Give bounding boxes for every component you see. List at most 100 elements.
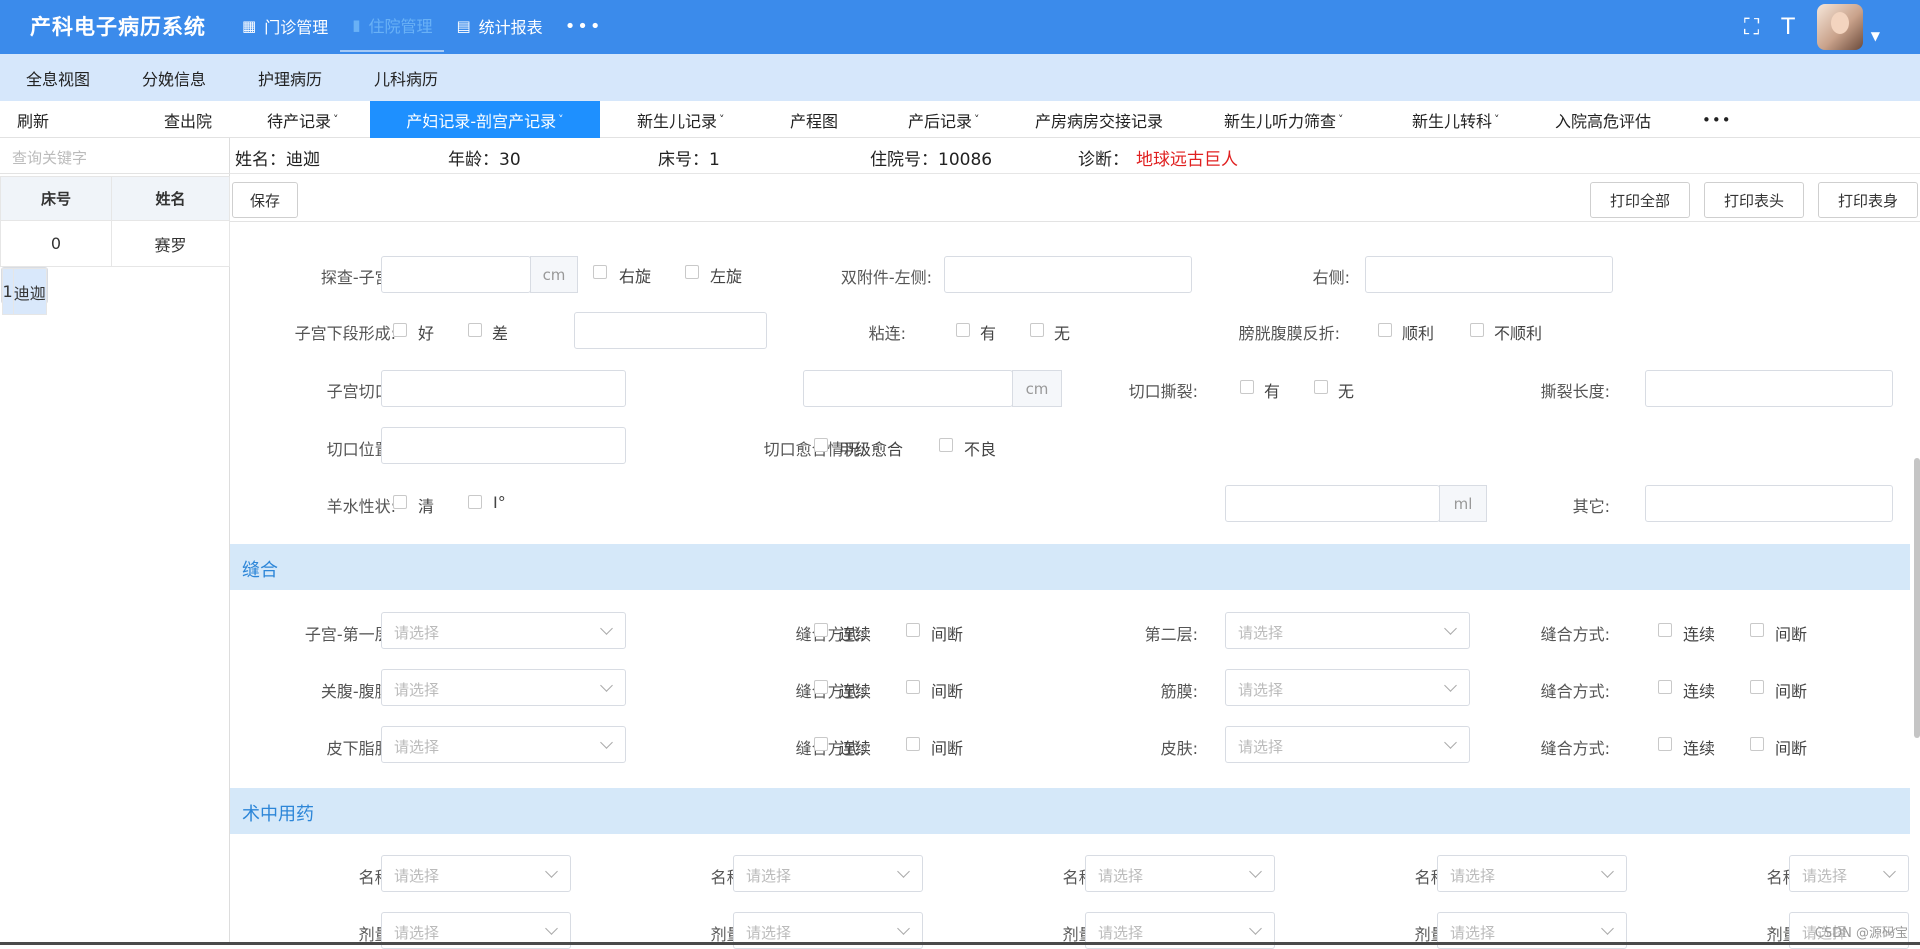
checkbox-label: 不良 [964, 440, 997, 459]
chevron-down-icon: ˅ [1338, 113, 1344, 126]
topnav-inpatient[interactable]: ▮ 住院管理 [340, 0, 445, 52]
uterus-layer1-select[interactable]: 请选择 [381, 612, 626, 649]
tab-pediatric[interactable]: 儿科病历 [348, 66, 464, 90]
tear-no-checkbox[interactable] [1314, 380, 1328, 394]
interrupted-checkbox[interactable] [906, 680, 920, 694]
right-side-field[interactable] [1365, 256, 1613, 293]
tab-cesarean[interactable]: 产妇记录-剖宫产记录 ˅ [370, 101, 600, 138]
continuous-checkbox[interactable] [814, 680, 828, 694]
incision-field[interactable] [381, 370, 626, 407]
med-name-select[interactable]: 请选择 [1437, 855, 1627, 892]
subcutaneous-select[interactable]: 请选择 [381, 726, 626, 763]
table-row[interactable]: 0 赛罗 [0, 220, 231, 267]
interrupted-checkbox[interactable] [906, 623, 920, 637]
clear-checkbox[interactable] [393, 495, 407, 509]
continuous-checkbox[interactable] [814, 737, 828, 751]
tab-partogram[interactable]: 产程图 [790, 101, 838, 138]
tab-nursing[interactable]: 护理病历 [232, 66, 348, 90]
skin-select[interactable]: 请选择 [1225, 726, 1470, 763]
left-rotation-checkbox[interactable] [685, 265, 699, 279]
right-rotation-checkbox[interactable] [593, 265, 607, 279]
chevron-down-icon: ˅ [974, 113, 980, 126]
amount-field[interactable] [1225, 485, 1440, 522]
tear-length-field[interactable] [1645, 370, 1893, 407]
print-all-button[interactable]: 打印全部 [1590, 182, 1690, 218]
table-row[interactable]: 1 迪迦 [0, 267, 48, 315]
record-form: 姓名：迪迦 年龄：30 床号：1 住院号：10086 诊断： 地球远古巨人 保存… [230, 138, 1920, 949]
degree-checkbox[interactable] [468, 495, 482, 509]
print-header-button[interactable]: 打印表头 [1704, 182, 1804, 218]
checkbox-label: 间断 [1775, 682, 1808, 701]
chevron-down-icon [1249, 865, 1262, 878]
smooth-checkbox[interactable] [1378, 323, 1392, 337]
font-size-icon[interactable]: T [1781, 15, 1794, 40]
tab-transfer[interactable]: 新生儿转科 ˅ [1412, 101, 1500, 138]
med-name-select[interactable]: 请选择 [1085, 855, 1275, 892]
checkbox-label: 顺利 [1402, 324, 1435, 343]
tab-delivery[interactable]: 分娩信息 [116, 66, 232, 90]
chevron-down-icon: ˅ [558, 113, 564, 126]
save-button[interactable]: 保存 [232, 182, 298, 218]
grade-a-healing-checkbox[interactable] [814, 438, 828, 452]
tab-handover[interactable]: 产房病房交接记录 [1035, 101, 1163, 138]
checkbox-label: 右旋 [619, 267, 652, 286]
topnav-label: 门诊管理 [264, 18, 329, 37]
incision-position-field[interactable] [381, 427, 626, 464]
continuous-checkbox[interactable] [1658, 737, 1672, 751]
avatar[interactable] [1816, 4, 1863, 50]
lower-segment-label: 子宫下段形成: [294, 324, 396, 343]
interrupted-checkbox[interactable] [1750, 623, 1764, 637]
med-name-select[interactable]: 请选择 [381, 855, 571, 892]
other-field[interactable] [1645, 485, 1893, 522]
adhesion-yes-checkbox[interactable] [956, 323, 970, 337]
continuous-checkbox[interactable] [1658, 623, 1672, 637]
med-name-select[interactable]: 请选择 [1789, 855, 1909, 892]
adhesion-no-checkbox[interactable] [1030, 323, 1044, 337]
print-body-button[interactable]: 打印表身 [1818, 182, 1918, 218]
tab-postpartum[interactable]: 产后记录 ˅ [908, 101, 980, 138]
interrupted-checkbox[interactable] [1750, 680, 1764, 694]
tear-yes-checkbox[interactable] [1240, 380, 1254, 394]
scrollbar[interactable] [1914, 458, 1920, 738]
more-icon[interactable]: ••• [555, 0, 613, 52]
select-placeholder: 请选择 [394, 867, 440, 885]
tab-risk-assessment[interactable]: 入院高危评估 [1555, 101, 1651, 138]
topnav-outpatient[interactable]: ▦ 门诊管理 [230, 0, 340, 52]
adnexa-left-field[interactable] [944, 256, 1192, 293]
poor-checkbox[interactable] [468, 323, 482, 337]
search-input[interactable]: 查询关键字 [0, 138, 230, 174]
interrupted-checkbox[interactable] [906, 737, 920, 751]
tab-hearing[interactable]: 新生儿听力筛查 ˅ [1224, 101, 1344, 138]
tab-overview[interactable]: 全息视图 [0, 66, 116, 90]
tab-prelabor[interactable]: 待产记录 ˅ [267, 101, 339, 138]
poor-healing-checkbox[interactable] [939, 438, 953, 452]
select-placeholder: 请选择 [1238, 738, 1284, 756]
not-smooth-checkbox[interactable] [1470, 323, 1484, 337]
right-side-label: 右侧: [1312, 268, 1350, 287]
med-name-select[interactable]: 请选择 [733, 855, 923, 892]
topnav-label: 住院管理 [368, 17, 433, 36]
suture-method-label: 缝合方式: [1540, 682, 1610, 701]
chevron-down-icon[interactable]: ▼ [1871, 29, 1880, 43]
meds-section-header: 术中用药 [230, 788, 1910, 834]
select-placeholder: 请选择 [1450, 867, 1496, 885]
fascia-select[interactable]: 请选择 [1225, 669, 1470, 706]
topnav-reports[interactable]: ▤ 统计报表 [444, 0, 554, 52]
fullscreen-icon[interactable]: ⛶ [1744, 15, 1759, 40]
patient-table: 床号 姓名 0 赛罗 1 迪迦 [0, 176, 231, 315]
uterus-explore-field[interactable] [381, 256, 531, 293]
more-icon[interactable]: ••• [1702, 101, 1732, 138]
discharge-button[interactable]: 查出院 [164, 101, 212, 138]
refresh-button[interactable]: 刷新 [17, 101, 49, 138]
tab-newborn[interactable]: 新生儿记录 ˅ [637, 101, 725, 138]
continuous-checkbox[interactable] [1658, 680, 1672, 694]
length-field[interactable] [803, 370, 1013, 407]
good-checkbox[interactable] [393, 323, 407, 337]
layer2-select[interactable]: 请选择 [1225, 612, 1470, 649]
suture-right-label: 皮肤: [1160, 739, 1198, 758]
peritoneum-select[interactable]: 请选择 [381, 669, 626, 706]
continuous-checkbox[interactable] [814, 623, 828, 637]
interrupted-checkbox[interactable] [1750, 737, 1764, 751]
lower-segment-field[interactable] [574, 312, 767, 349]
checkbox-label: 不顺利 [1494, 324, 1543, 343]
